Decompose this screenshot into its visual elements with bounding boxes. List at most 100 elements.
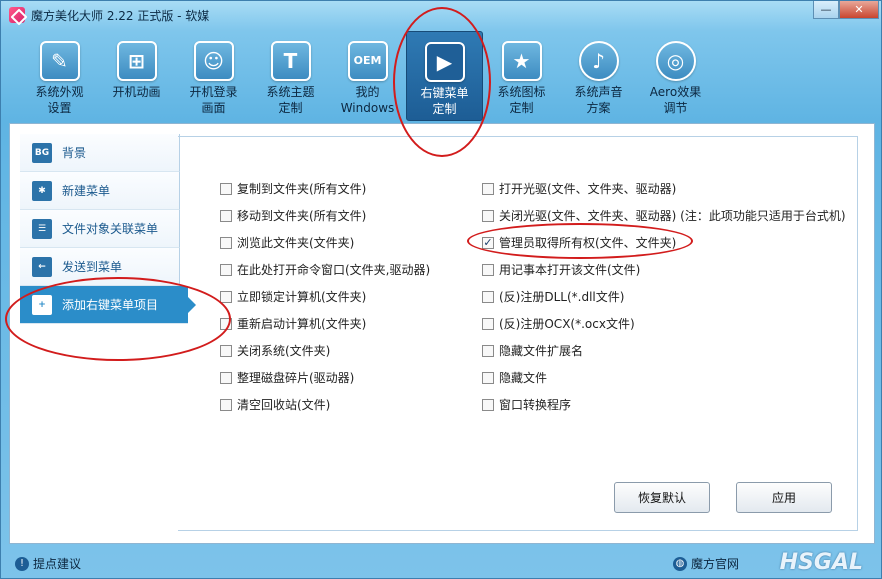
window-title: 魔方美化大师 2.22 正式版 - 软媒 — [31, 8, 210, 23]
suggest-link[interactable]: ! 提点建议 — [15, 555, 81, 572]
restore-default-button[interactable]: 恢复默认 — [614, 482, 710, 513]
options_right-item-8[interactable]: 窗口转换程序 — [482, 391, 846, 418]
options_left-item-4[interactable]: 立即锁定计算机(文件夹) — [220, 283, 430, 310]
toolbar-label-5: 右键菜单 定制 — [420, 86, 469, 116]
options_left-item-7[interactable]: 整理磁盘碎片(驱动器) — [220, 364, 430, 391]
window-controls: — ✕ — [813, 1, 879, 19]
toolbar-icon-4: OEM — [347, 41, 388, 81]
options_right-item-1[interactable]: 关闭光驱(文件、文件夹、驱动器) (注：此项功能只适用于台式机) — [482, 202, 846, 229]
checkbox[interactable] — [220, 236, 232, 249]
checkbox[interactable] — [482, 398, 494, 411]
sidebar-item-0[interactable]: BG 背景 — [20, 134, 180, 172]
toolbar-icon-1: ⊞ — [116, 41, 157, 81]
minimize-button[interactable]: — — [813, 1, 839, 19]
option-label: 移动到文件夹(所有文件) — [237, 209, 367, 223]
toolbar-item-7[interactable]: ♪ 系统声音 方案 — [560, 31, 637, 121]
suggest-label: 提点建议 — [33, 557, 82, 571]
sidebar-item-2[interactable]: ☰ 文件对象关联菜单 — [20, 210, 180, 248]
globe-icon: ◍ — [673, 556, 687, 571]
toolbar-item-4[interactable]: OEM 我的 Windows — [329, 31, 406, 121]
option-label: 浏览此文件夹(文件夹) — [237, 236, 355, 250]
options_right-item-2[interactable]: ✓ 管理员取得所有权(文件、文件夹) — [482, 229, 846, 256]
options_left-item-5[interactable]: 重新启动计算机(文件夹) — [220, 310, 430, 337]
app-logo-icon — [9, 7, 25, 23]
options-left-column: 复制到文件夹(所有文件) 移动到文件夹(所有文件) 浏览此文件夹(文件夹) 在此处打开… — [220, 175, 430, 418]
options_left-item-2[interactable]: 浏览此文件夹(文件夹) — [220, 229, 430, 256]
sidebar-label-2: 文件对象关联菜单 — [62, 222, 159, 236]
toolbar-label-8: Aero效果 调节 — [649, 85, 702, 115]
checkbox[interactable] — [482, 263, 494, 276]
sidebar-item-4[interactable]: + 添加右键菜单项目 — [20, 286, 196, 324]
toolbar-label-1: 开机动画 — [112, 85, 161, 99]
options-content: 复制到文件夹(所有文件) 移动到文件夹(所有文件) 浏览此文件夹(文件夹) 在此处打开… — [178, 136, 858, 531]
toolbar-item-6[interactable]: ★ 系统图标 定制 — [483, 31, 560, 121]
official-site-link[interactable]: ◍ 魔方官网 — [673, 555, 739, 572]
sidebar-icon-1: ✱ — [32, 180, 52, 201]
main-panel: BG 背景 ✱ 新建菜单 ☰ 文件对象关联菜单 ← 发送到菜单 + 添加右键菜单项目 复制到文件夹… — [9, 123, 875, 544]
option-label: 在此处打开命令窗口(文件夹,驱动器) — [237, 263, 431, 277]
sidebar-icon-0: BG — [32, 142, 52, 163]
option-label: 复制到文件夹(所有文件) — [237, 182, 367, 196]
sidebar-icon-3: ← — [32, 256, 52, 277]
checkbox[interactable] — [220, 290, 232, 303]
option-label: 立即锁定计算机(文件夹) — [237, 290, 367, 304]
options_right-item-7[interactable]: 隐藏文件 — [482, 364, 846, 391]
checkbox[interactable] — [220, 317, 232, 330]
option-label: 打开光驱(文件、文件夹、驱动器) — [499, 182, 677, 196]
option-label: 隐藏文件扩展名 — [499, 344, 584, 358]
status-bar: ! 提点建议 ◍ 魔方官网 HSGAL — [1, 547, 882, 579]
checkbox[interactable] — [220, 344, 232, 357]
checkbox[interactable] — [482, 371, 494, 384]
toolbar-item-1[interactable]: ⊞ 开机动画 — [98, 31, 175, 121]
option-label: 清空回收站(文件) — [237, 398, 331, 412]
sidebar-label-0: 背景 — [62, 146, 87, 160]
checkbox[interactable] — [482, 290, 494, 303]
checkbox[interactable] — [482, 317, 494, 330]
checkbox[interactable] — [220, 263, 232, 276]
toolbar-label-4: 我的 Windows — [340, 85, 395, 115]
options_left-item-8[interactable]: 清空回收站(文件) — [220, 391, 430, 418]
toolbar-item-5[interactable]: ▶ 右键菜单 定制 — [406, 31, 483, 121]
options_left-item-3[interactable]: 在此处打开命令窗口(文件夹,驱动器) — [220, 256, 430, 283]
options_left-item-1[interactable]: 移动到文件夹(所有文件) — [220, 202, 430, 229]
sidebar-icon-4: + — [32, 294, 52, 315]
option-label: 管理员取得所有权(文件、文件夹) — [499, 236, 677, 250]
option-label: 整理磁盘碎片(驱动器) — [237, 371, 355, 385]
toolbar-icon-5: ▶ — [424, 42, 465, 82]
options_right-item-0[interactable]: 打开光驱(文件、文件夹、驱动器) — [482, 175, 846, 202]
sidebar-item-3[interactable]: ← 发送到菜单 — [20, 248, 180, 286]
checkbox[interactable] — [482, 182, 494, 195]
options_right-item-3[interactable]: 用记事本打开该文件(文件) — [482, 256, 846, 283]
apply-button[interactable]: 应用 — [736, 482, 832, 513]
toolbar-item-3[interactable]: T 系统主题 定制 — [252, 31, 329, 121]
option-label: 重新启动计算机(文件夹) — [237, 317, 367, 331]
options_right-item-4[interactable]: (反)注册DLL(*.dll文件) — [482, 283, 846, 310]
close-button[interactable]: ✕ — [839, 1, 879, 19]
sidebar-label-1: 新建菜单 — [62, 184, 111, 198]
checkbox[interactable] — [482, 344, 494, 357]
checkbox[interactable] — [220, 209, 232, 222]
toolbar-item-8[interactable]: ◎ Aero效果 调节 — [637, 31, 714, 121]
sidebar-item-1[interactable]: ✱ 新建菜单 — [20, 172, 180, 210]
toolbar-icon-0: ✎ — [39, 41, 80, 81]
checkbox[interactable] — [482, 209, 494, 222]
checkbox[interactable] — [220, 371, 232, 384]
title-bar: 魔方美化大师 2.22 正式版 - 软媒 — ✕ — [1, 1, 882, 29]
options_right-item-6[interactable]: 隐藏文件扩展名 — [482, 337, 846, 364]
toolbar-item-2[interactable]: ☺ 开机登录 画面 — [175, 31, 252, 121]
toolbar-label-0: 系统外观 设置 — [35, 85, 84, 115]
checkbox[interactable]: ✓ — [482, 236, 494, 249]
option-label: 窗口转换程序 — [499, 398, 572, 412]
checkbox[interactable] — [220, 182, 232, 195]
options_left-item-0[interactable]: 复制到文件夹(所有文件) — [220, 175, 430, 202]
option-label: 关闭光驱(文件、文件夹、驱动器) (注：此项功能只适用于台式机) — [499, 209, 846, 223]
toolbar-label-3: 系统主题 定制 — [266, 85, 315, 115]
toolbar-icon-7: ♪ — [578, 41, 619, 81]
toolbar-icon-6: ★ — [501, 41, 542, 81]
option-label: (反)注册DLL(*.dll文件) — [499, 290, 625, 304]
checkbox[interactable] — [220, 398, 232, 411]
option-label: 关闭系统(文件夹) — [237, 344, 331, 358]
options_right-item-5[interactable]: (反)注册OCX(*.ocx文件) — [482, 310, 846, 337]
options_left-item-6[interactable]: 关闭系统(文件夹) — [220, 337, 430, 364]
toolbar-item-0[interactable]: ✎ 系统外观 设置 — [21, 31, 98, 121]
